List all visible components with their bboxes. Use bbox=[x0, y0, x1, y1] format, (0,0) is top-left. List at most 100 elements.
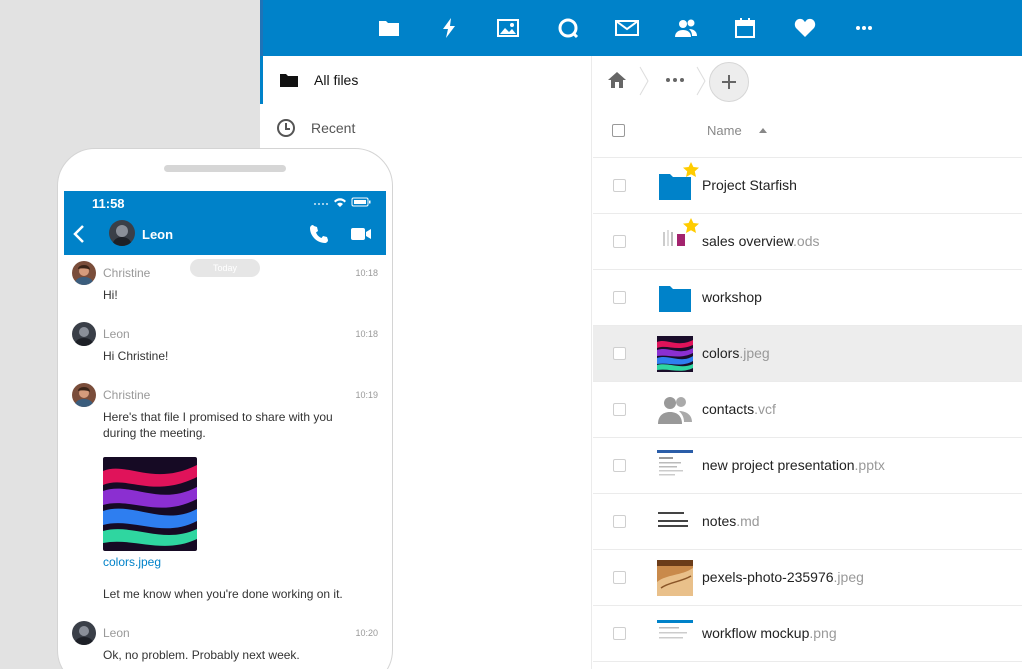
sidebar-item-all-files[interactable]: All files bbox=[260, 56, 592, 104]
file-row[interactable]: notes.md bbox=[593, 494, 1022, 550]
shared-file-link[interactable]: colors.jpeg bbox=[103, 555, 161, 569]
plus-icon bbox=[722, 75, 736, 89]
photo-thumbnail-icon bbox=[657, 560, 693, 596]
avatar-image bbox=[72, 621, 96, 645]
status-icons bbox=[314, 197, 371, 207]
more-icon[interactable] bbox=[663, 68, 687, 92]
mail-app-button[interactable] bbox=[612, 14, 642, 42]
avatar bbox=[109, 220, 135, 246]
sidebar-item-recent[interactable]: Recent bbox=[260, 104, 592, 152]
activity-icon bbox=[443, 18, 455, 38]
message-author: Leon bbox=[103, 327, 130, 341]
file-name[interactable]: notes.md bbox=[702, 513, 760, 529]
clock-icon bbox=[277, 119, 295, 137]
row-checkbox[interactable] bbox=[613, 515, 626, 528]
file-name[interactable]: colors.jpeg bbox=[702, 345, 770, 361]
sidebar-item-label: Recent bbox=[311, 120, 356, 136]
presentation-thumbnail-icon bbox=[657, 450, 693, 482]
file-row[interactable]: colors.jpeg bbox=[593, 326, 1022, 382]
row-checkbox[interactable] bbox=[613, 459, 626, 472]
file-row[interactable]: pexels-photo-235976.jpeg bbox=[593, 550, 1022, 606]
file-table-header: Name bbox=[593, 106, 1022, 158]
chat-conversation: Today Christine 10:18 Hi! Leon 10:18 Hi … bbox=[64, 255, 386, 669]
avatar bbox=[72, 261, 96, 285]
message-author: Christine bbox=[103, 388, 151, 402]
avatar bbox=[72, 383, 96, 407]
file-row[interactable]: new project presentation.pptx bbox=[593, 438, 1022, 494]
mail-icon bbox=[615, 20, 639, 36]
row-checkbox[interactable] bbox=[613, 403, 626, 416]
name-column-header[interactable]: Name bbox=[707, 123, 742, 138]
mockup-thumbnail-icon bbox=[657, 620, 693, 648]
message-text: Here's that file I promised to share wit… bbox=[103, 410, 333, 440]
gallery-icon bbox=[497, 19, 519, 37]
file-row[interactable]: contacts.vcf bbox=[593, 382, 1022, 438]
file-row[interactable]: workflow mockup.png bbox=[593, 606, 1022, 662]
calendar-app-button[interactable] bbox=[730, 14, 760, 42]
activity-app-button[interactable] bbox=[434, 14, 464, 42]
chevron-right-icon bbox=[639, 66, 649, 96]
back-arrow-icon[interactable] bbox=[72, 225, 86, 243]
image-thumbnail-icon bbox=[657, 336, 693, 372]
contacts-icon bbox=[675, 19, 697, 37]
shared-image-preview[interactable] bbox=[103, 457, 197, 551]
row-checkbox[interactable] bbox=[613, 571, 626, 584]
favorites-app-button[interactable] bbox=[790, 14, 820, 42]
message-text: Hi Christine! bbox=[103, 349, 169, 363]
file-name[interactable]: workshop bbox=[702, 289, 762, 305]
message-time: 10:20 bbox=[355, 628, 378, 638]
file-name[interactable]: Project Starfish bbox=[702, 177, 797, 193]
folder-icon bbox=[379, 21, 399, 36]
contacts-file-icon bbox=[658, 397, 692, 424]
phone-status-bar: 11:58 bbox=[64, 191, 386, 213]
phone-call-icon[interactable] bbox=[310, 225, 328, 243]
file-row[interactable]: Project Starfish bbox=[593, 158, 1022, 214]
more-apps-button[interactable] bbox=[849, 14, 879, 42]
calendar-icon bbox=[735, 18, 755, 38]
date-separator: Today bbox=[190, 259, 260, 277]
row-checkbox[interactable] bbox=[613, 627, 626, 640]
file-name[interactable]: new project presentation.pptx bbox=[702, 457, 885, 473]
sidebar-item-label: All files bbox=[314, 72, 359, 88]
message-time: 10:18 bbox=[355, 329, 378, 339]
files-app-button[interactable] bbox=[374, 14, 404, 42]
row-checkbox[interactable] bbox=[613, 179, 626, 192]
status-time: 11:58 bbox=[92, 196, 125, 211]
phone-mockup: 11:58 Leon Today Christine 10:18 Hi! Leo… bbox=[57, 148, 393, 669]
file-name[interactable]: pexels-photo-235976.jpeg bbox=[702, 569, 864, 585]
talk-icon bbox=[558, 18, 579, 39]
select-all-checkbox[interactable] bbox=[612, 124, 625, 137]
gallery-app-button[interactable] bbox=[493, 14, 523, 42]
row-checkbox[interactable] bbox=[613, 347, 626, 360]
new-file-button[interactable] bbox=[709, 62, 749, 102]
phone-speaker bbox=[164, 165, 286, 172]
contacts-app-button[interactable] bbox=[671, 14, 701, 42]
chat-header: Leon bbox=[64, 213, 386, 255]
row-checkbox[interactable] bbox=[613, 291, 626, 304]
folder-icon bbox=[659, 286, 691, 312]
file-row[interactable]: sales overview.ods bbox=[593, 214, 1022, 270]
row-checkbox[interactable] bbox=[613, 235, 626, 248]
file-name[interactable]: contacts.vcf bbox=[702, 401, 776, 417]
avatar-image bbox=[72, 261, 96, 285]
message-text: Let me know when you're done working on … bbox=[103, 587, 343, 601]
star-icon bbox=[683, 218, 699, 233]
message-text: Hi! bbox=[103, 288, 118, 302]
avatar bbox=[72, 621, 96, 645]
file-row[interactable]: workshop bbox=[593, 270, 1022, 326]
star-icon bbox=[683, 162, 699, 177]
video-call-icon[interactable] bbox=[350, 226, 372, 242]
file-name[interactable]: sales overview.ods bbox=[702, 233, 820, 249]
file-name[interactable]: workflow mockup.png bbox=[702, 625, 837, 641]
image-preview bbox=[103, 457, 197, 551]
home-icon[interactable] bbox=[605, 68, 629, 92]
file-list: Name Project Starfish sales overview.ods… bbox=[593, 56, 1022, 669]
chat-contact-name: Leon bbox=[142, 227, 174, 242]
talk-app-button[interactable] bbox=[553, 14, 583, 42]
avatar-image bbox=[109, 220, 135, 246]
message-author: Leon bbox=[103, 626, 130, 640]
message-text: Ok, no problem. Probably next week. bbox=[103, 648, 300, 662]
folder-icon bbox=[280, 74, 298, 87]
more-icon bbox=[856, 26, 872, 30]
favorites-icon bbox=[794, 18, 816, 37]
